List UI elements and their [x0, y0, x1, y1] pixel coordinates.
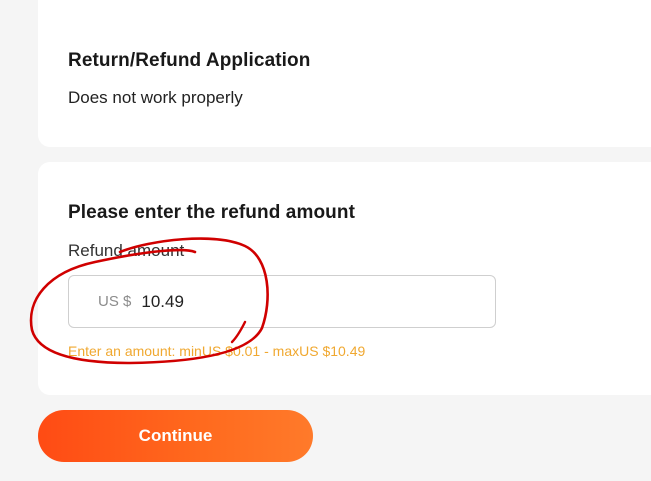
continue-button[interactable]: Continue — [38, 410, 313, 462]
refund-amount-title: Please enter the refund amount — [68, 202, 356, 223]
refund-amount-input[interactable] — [141, 291, 342, 312]
refund-amount-field[interactable]: US $ — [68, 275, 496, 328]
application-card: Return/Refund Application Does not work … — [38, 0, 651, 147]
currency-prefix: US $ — [98, 293, 132, 310]
refund-amount-hint: Enter an amount: minUS $0.01 - maxUS $10… — [68, 343, 366, 359]
refund-reason: Does not work properly — [68, 88, 243, 107]
refund-amount-label: Refund amount — [68, 241, 185, 260]
application-title: Return/Refund Application — [68, 50, 311, 71]
refund-amount-card: Please enter the refund amount Refund am… — [38, 162, 651, 395]
